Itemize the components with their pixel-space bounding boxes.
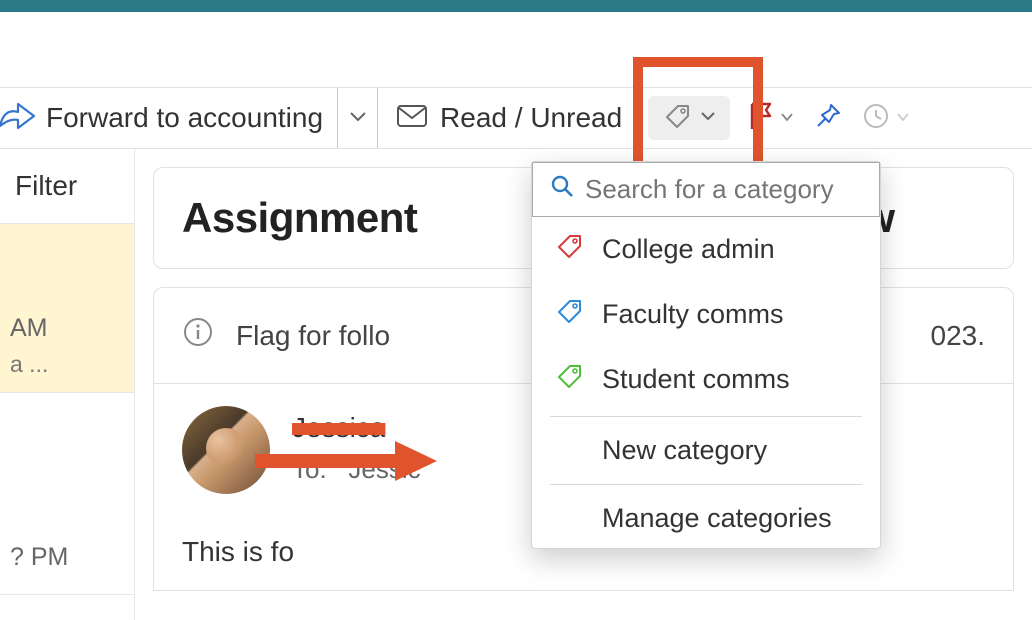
search-icon [549,173,575,206]
flag-text: Flag for follo [236,320,390,352]
category-label: Student comms [602,364,790,395]
window-header-spacer [0,12,1032,87]
list-item-preview: a ... [10,351,124,378]
tag-icon [554,231,584,268]
chevron-down-icon [700,109,716,127]
manage-categories-label: Manage categories [602,503,832,534]
avatar[interactable] [182,406,270,494]
read-unread-button[interactable]: Read / Unread [378,88,640,148]
chevron-down-icon [780,109,794,127]
quickstep-label: Forward to accounting [46,102,323,134]
list-item-time: ? PM [10,543,124,572]
filter-label: Filter [15,170,77,202]
category-option-college-admin[interactable]: College admin [532,217,880,282]
clock-icon [862,102,890,135]
tag-icon [662,101,692,136]
list-item[interactable]: AM a ... [0,224,134,393]
list-item-time: AM [10,314,124,343]
recipients-label: To: [292,454,327,484]
tag-icon [554,361,584,398]
categorize-wrapper [640,88,738,148]
category-dropdown: College admin Faculty comms Student comm… [531,161,881,549]
message-list-pane: Filter AM a ... ? PM [0,149,135,620]
new-category-button[interactable]: New category [532,421,880,480]
quickstep-dropdown-button[interactable] [337,88,377,148]
category-search-field[interactable] [532,162,880,217]
flag-icon [748,101,774,136]
read-unread-label: Read / Unread [440,102,622,134]
flag-button[interactable] [738,88,804,148]
category-label: Faculty comms [602,299,784,330]
category-search-input[interactable] [585,174,920,205]
pin-button[interactable] [804,88,852,148]
subject-text-left: Assignment [182,194,417,241]
pin-icon [814,102,842,135]
category-option-student-comms[interactable]: Student comms [532,347,880,412]
list-item[interactable]: ? PM [0,393,134,595]
snooze-button[interactable] [852,88,920,148]
envelope-icon [396,102,428,135]
dropdown-separator [550,416,862,417]
forward-to-accounting-button[interactable]: Forward to accounting [0,88,337,148]
category-option-faculty-comms[interactable]: Faculty comms [532,282,880,347]
quickstep-group: Forward to accounting [0,88,378,148]
chevron-down-icon [349,109,367,127]
flag-date: 023. [931,320,986,352]
toolbar: Forward to accounting Read / Unread [0,87,1032,149]
reading-pane: Assignment xxxxxxxxxxxxxxxxx iew Flag fo… [135,149,1032,620]
new-category-label: New category [602,435,767,466]
filter-button[interactable]: Filter [0,149,134,224]
chevron-down-icon [896,109,910,127]
forward-icon [0,102,36,135]
info-icon [182,316,214,355]
dropdown-separator [550,484,862,485]
recipients-value: Jessic [348,454,420,484]
content-area: Filter AM a ... ? PM Assignment xxxxxxxx… [0,149,1032,620]
category-label: College admin [602,234,775,265]
categorize-button[interactable] [648,96,730,140]
tag-icon [554,296,584,333]
window-accent-bar [0,0,1032,12]
manage-categories-button[interactable]: Manage categories [532,489,880,548]
